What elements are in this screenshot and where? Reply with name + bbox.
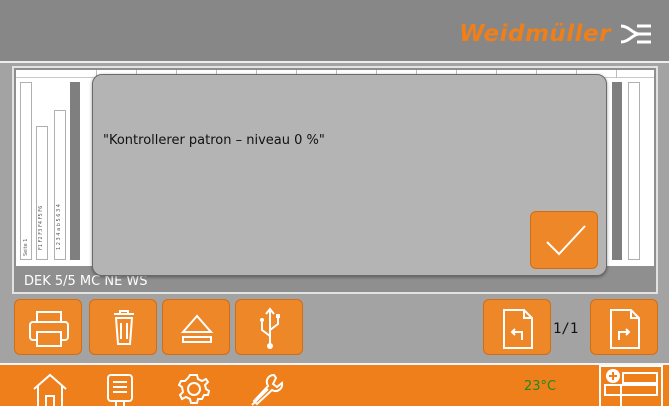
page-back-icon bbox=[503, 309, 533, 349]
eject-button[interactable] bbox=[162, 299, 230, 355]
previous-page-button[interactable] bbox=[483, 299, 551, 355]
trash-icon bbox=[114, 310, 134, 345]
gear-icon bbox=[177, 374, 211, 404]
message-dialog: "Kontrollerer patron – niveau 0 %" bbox=[92, 74, 607, 276]
usb-icon bbox=[260, 307, 280, 349]
wrench-icon bbox=[251, 373, 284, 406]
printer-icon bbox=[29, 311, 69, 347]
marker-divider bbox=[612, 82, 622, 260]
marker-divider bbox=[70, 82, 80, 260]
header-bar: Weidmüller bbox=[0, 0, 669, 63]
product-label: DEK 5/5 MC NE WS bbox=[24, 274, 148, 289]
delete-button[interactable] bbox=[89, 299, 157, 355]
nav-settings[interactable] bbox=[177, 369, 218, 406]
home-icon bbox=[33, 373, 67, 406]
confirm-button[interactable] bbox=[530, 211, 598, 269]
strip-text: Seite 1 bbox=[23, 238, 29, 256]
nav-home[interactable] bbox=[30, 369, 70, 406]
dialog-message: "Kontrollerer patron – niveau 0 %" bbox=[103, 133, 325, 148]
weidmuller-logo-icon bbox=[620, 24, 651, 44]
checkmark-icon bbox=[546, 225, 586, 256]
label-list-button[interactable] bbox=[599, 365, 663, 406]
print-button[interactable] bbox=[14, 299, 82, 355]
nav-printer-queue[interactable] bbox=[104, 369, 144, 406]
marker-column bbox=[628, 82, 640, 260]
page-forward-icon bbox=[610, 309, 640, 349]
page-indicator: 1/1 bbox=[553, 321, 579, 337]
printer-screen: Weidmüller Seite 1 F1 F2 F3 F4 F5 F6 1 2… bbox=[0, 0, 669, 406]
eject-icon bbox=[180, 314, 214, 343]
add-list-icon bbox=[604, 369, 658, 406]
printer-list-icon bbox=[107, 374, 133, 406]
brand-name: Weidmüller bbox=[459, 21, 611, 47]
nav-tools[interactable] bbox=[248, 369, 288, 406]
usb-button[interactable] bbox=[235, 299, 303, 355]
temperature-readout: 23°C bbox=[524, 379, 557, 394]
strip-text: 1 2 3 4 a b 5 6 3 4 bbox=[56, 204, 62, 250]
brand: Weidmüller bbox=[459, 20, 653, 48]
next-page-button[interactable] bbox=[590, 299, 658, 355]
toolbar: 1/1 bbox=[0, 296, 669, 363]
bottom-nav: 23°C bbox=[0, 363, 669, 406]
strip-text: F1 F2 F3 F4 F5 F6 bbox=[38, 205, 44, 250]
